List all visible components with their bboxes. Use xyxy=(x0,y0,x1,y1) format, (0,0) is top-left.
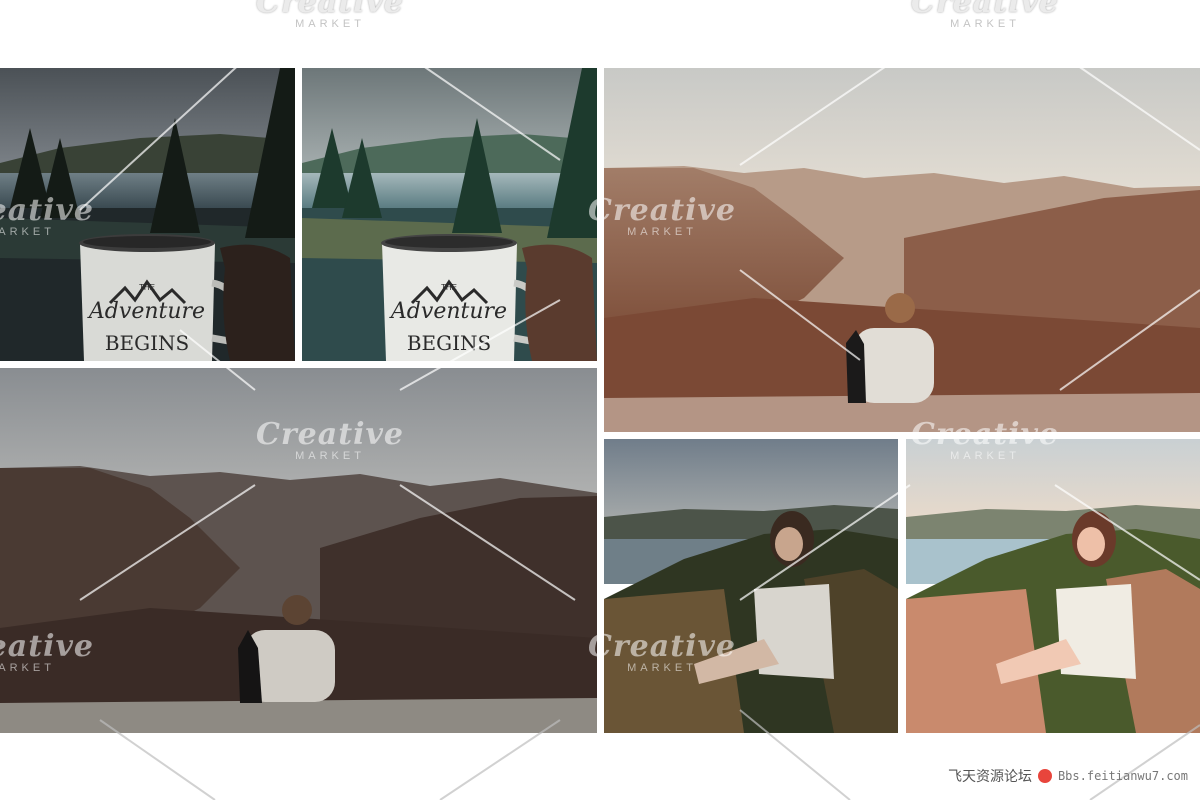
watermark-top-left: Creative MARKET xyxy=(250,0,410,30)
lake-mug-edited-image: THE Adventure BEGINS xyxy=(302,68,597,361)
footer-site-mark: 飞天资源论坛 Bbs.feitianwu7.com xyxy=(948,766,1188,786)
mug-text-adventure: Adventure xyxy=(87,299,205,324)
photo-lake-mug-edited: THE Adventure BEGINS xyxy=(302,68,597,361)
photo-canyon-edited xyxy=(604,68,1200,432)
footer-site-url: Bbs.feitianwu7.com xyxy=(1057,769,1188,783)
mug-text-begins: BEGINS xyxy=(407,331,491,355)
lake-mug-dark-image: THE Adventure BEGINS xyxy=(0,68,295,361)
woman-dark-image xyxy=(604,439,898,733)
canyon-dark-image xyxy=(0,368,597,733)
flame-icon xyxy=(1037,769,1052,783)
canyon-edited-image xyxy=(604,68,1200,432)
woman-edited-image xyxy=(906,439,1200,733)
watermark-brand: Creative xyxy=(256,0,404,20)
photo-lake-mug-dark: THE Adventure BEGINS xyxy=(0,68,295,361)
photo-woman-edited xyxy=(906,439,1200,733)
mug-text-adventure: Adventure xyxy=(389,299,507,324)
watermark-top-right: Creative MARKET xyxy=(905,0,1065,30)
mug-text-the: THE xyxy=(441,283,457,292)
photo-woman-dark xyxy=(604,439,898,733)
footer-site-name: 飞天资源论坛 xyxy=(947,769,1032,785)
watermark-sub: MARKET xyxy=(295,18,365,30)
mug-text-the: THE xyxy=(139,283,155,292)
watermark-sub: MARKET xyxy=(950,18,1020,30)
watermark-brand: Creative xyxy=(911,0,1059,20)
mug-text-begins: BEGINS xyxy=(105,331,189,355)
photo-canyon-dark xyxy=(0,368,597,733)
